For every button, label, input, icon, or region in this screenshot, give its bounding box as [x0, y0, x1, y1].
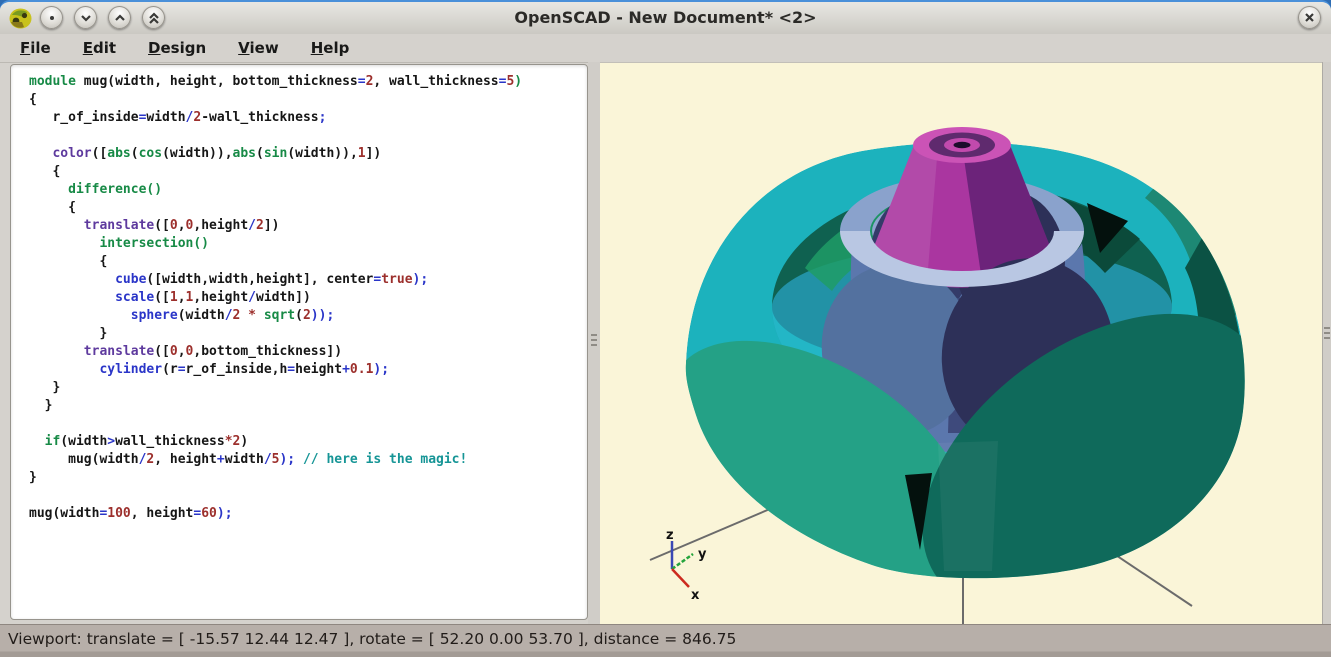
title-bar[interactable]: OpenSCAD - New Document* <2>: [0, 2, 1331, 34]
code-line: [29, 415, 581, 433]
code-editor[interactable]: module mug(width, height, bottom_thickne…: [10, 64, 588, 620]
openscad-logo[interactable]: [8, 6, 33, 31]
code-line: }: [29, 325, 581, 343]
menu-edit[interactable]: Edit: [71, 36, 128, 60]
window-roll-down-button[interactable]: [74, 6, 97, 29]
window-keep-above-button[interactable]: [142, 6, 165, 29]
chevron-up-icon: [114, 12, 126, 24]
code-line: color([abs(cos(width)),abs(sin(width)),1…: [29, 145, 581, 163]
status-bar: Viewport: translate = [ -15.57 12.44 12.…: [0, 624, 1331, 657]
code-line: {: [29, 91, 581, 109]
code-line: }: [29, 397, 581, 415]
menu-bar: File Edit Design View Help: [0, 34, 1331, 63]
code-line: r_of_inside=width/2-wall_thickness;: [29, 109, 581, 127]
menu-view[interactable]: View: [226, 36, 291, 60]
menu-help[interactable]: Help: [299, 36, 362, 60]
viewport-status-text: Viewport: translate = [ -15.57 12.44 12.…: [0, 625, 1331, 653]
code-line: intersection(): [29, 235, 581, 253]
code-line: cube([width,width,height], center=true);: [29, 271, 581, 289]
double-chevron-up-icon: [148, 11, 160, 25]
render-scene: z y x: [600, 63, 1322, 625]
right-edge-splitter[interactable]: [1322, 62, 1331, 624]
code-area: module mug(width, height, bottom_thickne…: [29, 73, 581, 523]
axis-label-x: x: [691, 588, 700, 603]
code-line: difference(): [29, 181, 581, 199]
code-line: sphere(width/2 * sqrt(2));: [29, 307, 581, 325]
splitter-grip-icon: [591, 334, 597, 348]
openscad-window: OpenSCAD - New Document* <2> File Edit D…: [0, 0, 1331, 657]
close-icon: [1304, 12, 1315, 23]
code-line: [29, 127, 581, 145]
panel-splitter[interactable]: [588, 62, 600, 624]
code-line: if(width>wall_thickness*2): [29, 433, 581, 451]
code-line: mug(width=100, height=60);: [29, 505, 581, 523]
code-line: cylinder(r=r_of_inside,h=height+0.1);: [29, 361, 581, 379]
code-line: module mug(width, height, bottom_thickne…: [29, 73, 581, 91]
code-line: translate([0,0,bottom_thickness]): [29, 343, 581, 361]
menu-file[interactable]: File: [8, 36, 63, 60]
code-line: {: [29, 253, 581, 271]
code-line: mug(width/2, height+width/5); // here is…: [29, 451, 581, 469]
viewport-3d[interactable]: z y x: [600, 62, 1322, 624]
window-roll-up-button[interactable]: [108, 6, 131, 29]
code-line: }: [29, 379, 581, 397]
menu-design[interactable]: Design: [136, 36, 218, 60]
code-line: {: [29, 163, 581, 181]
window-dot-button[interactable]: [40, 6, 63, 29]
chevron-down-icon: [80, 12, 92, 24]
code-line: {: [29, 199, 581, 217]
axis-label-z: z: [666, 528, 674, 543]
window-title: OpenSCAD - New Document* <2>: [0, 2, 1331, 34]
splitter-grip-icon: [1324, 327, 1330, 341]
code-line: scale([1,1,height/width]): [29, 289, 581, 307]
dot-icon: [47, 13, 57, 23]
axis-label-y: y: [698, 547, 707, 562]
code-line: translate([0,0,height/2]): [29, 217, 581, 235]
code-line: }: [29, 469, 581, 487]
close-button[interactable]: [1298, 6, 1321, 29]
code-line: [29, 487, 581, 505]
